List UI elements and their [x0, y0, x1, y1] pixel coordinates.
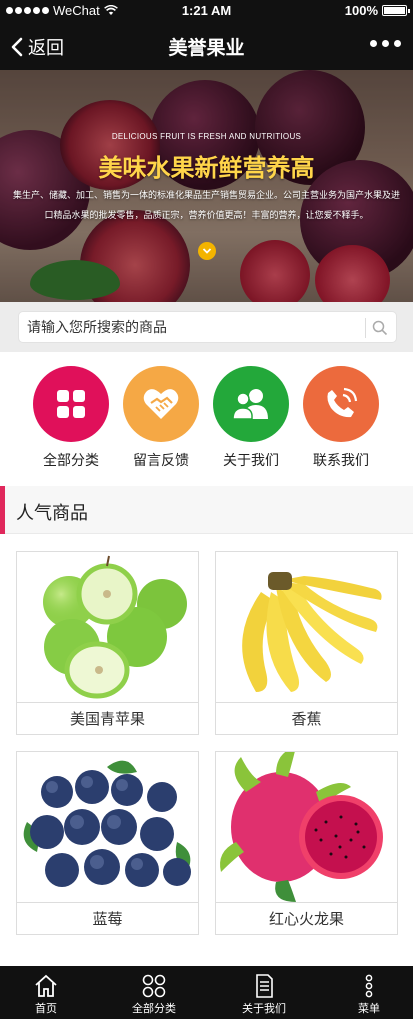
section-title: 人气商品: [16, 503, 88, 524]
product-card[interactable]: 美国青苹果: [16, 551, 199, 735]
section-accent-bar: [0, 486, 5, 534]
search-icon[interactable]: [372, 320, 388, 336]
page: WeChat 1:21 AM 100% 返回 美誉果业 DELICIOUS FR…: [0, 0, 413, 1019]
product-card[interactable]: 蓝莓: [16, 751, 199, 935]
category-all-label: 全部分类: [43, 453, 99, 469]
tab-about-us-label: 关于我们: [242, 1002, 286, 1015]
grid-outline-icon: [142, 974, 166, 998]
category-feedback-label: 留言反馈: [133, 453, 189, 469]
chevron-down-icon: [202, 248, 212, 254]
grid-icon: [57, 390, 85, 418]
product-name: 红心火龙果: [216, 902, 397, 935]
tab-menu-label: 菜单: [358, 1002, 380, 1015]
bottom-tab-bar: 首页 全部分类 关于我们 菜单: [0, 966, 413, 1019]
category-about-circle: [213, 366, 289, 442]
product-card[interactable]: 红心火龙果: [215, 751, 398, 935]
category-feedback-circle: [123, 366, 199, 442]
product-name: 香蕉: [216, 702, 397, 735]
more-menu-button[interactable]: [370, 40, 401, 47]
category-about[interactable]: 关于我们: [206, 366, 296, 470]
banner-title: 美味水果新鲜营养高: [98, 154, 315, 182]
tab-home-label: 首页: [35, 1002, 57, 1015]
handshake-heart-icon: [143, 389, 179, 419]
category-all[interactable]: 全部分类: [26, 366, 116, 470]
battery-percent: 100%: [344, 3, 378, 18]
product-name: 美国青苹果: [17, 702, 198, 735]
search-divider: [365, 318, 366, 338]
tab-all-categories-label: 全部分类: [132, 1002, 176, 1015]
product-image-bananas: [216, 552, 397, 702]
search-input[interactable]: [27, 316, 357, 340]
category-contact[interactable]: 联系我们: [296, 366, 386, 470]
tab-all-categories[interactable]: 全部分类: [120, 966, 188, 1019]
users-icon: [232, 389, 268, 420]
navigation-bar: 返回 美誉果业: [0, 22, 413, 70]
category-all-circle: [33, 366, 109, 442]
category-feedback[interactable]: 留言反馈: [116, 366, 206, 470]
battery-icon: [382, 5, 410, 16]
phone-icon: [327, 387, 358, 418]
home-icon: [35, 974, 57, 997]
category-shortcuts: 全部分类 留言反馈 关于我们 联系我们: [0, 352, 413, 486]
search-box: [18, 311, 397, 343]
category-contact-label: 联系我们: [313, 453, 369, 469]
tab-home[interactable]: 首页: [14, 966, 78, 1019]
category-contact-circle: [303, 366, 379, 442]
scroll-down-button[interactable]: [198, 242, 216, 260]
battery-group: 100%: [344, 3, 410, 18]
search-bar: [0, 302, 413, 352]
category-about-label: 关于我们: [223, 453, 279, 469]
product-card[interactable]: 香蕉: [215, 551, 398, 735]
page-title: 美誉果业: [168, 37, 245, 59]
banner-description: 集生产、储藏、加工、销售为一体的标准化果品生产销售贸易企业。公司主营业务为国产水…: [12, 191, 400, 221]
product-image-green-apples: [17, 552, 198, 702]
document-icon: [256, 974, 273, 998]
banner-subtitle: DELICIOUS FRUIT IS FRESH AND NUTRITIOUS: [111, 132, 302, 141]
more-vertical-icon: [365, 974, 373, 998]
product-grid: 美国青苹果 香蕉 蓝莓 红心火龙果: [0, 534, 413, 966]
product-image-red-dragon-fruit: [216, 752, 397, 902]
battery-fill: [384, 7, 405, 14]
status-bar: WeChat 1:21 AM 100%: [0, 0, 413, 22]
hero-banner[interactable]: DELICIOUS FRUIT IS FRESH AND NUTRITIOUS …: [0, 70, 413, 302]
popular-section-header: 人气商品: [0, 486, 413, 534]
product-image-blueberries: [17, 752, 198, 902]
tab-about-us[interactable]: 关于我们: [230, 966, 298, 1019]
tab-menu[interactable]: 菜单: [340, 966, 398, 1019]
product-name: 蓝莓: [17, 902, 198, 935]
